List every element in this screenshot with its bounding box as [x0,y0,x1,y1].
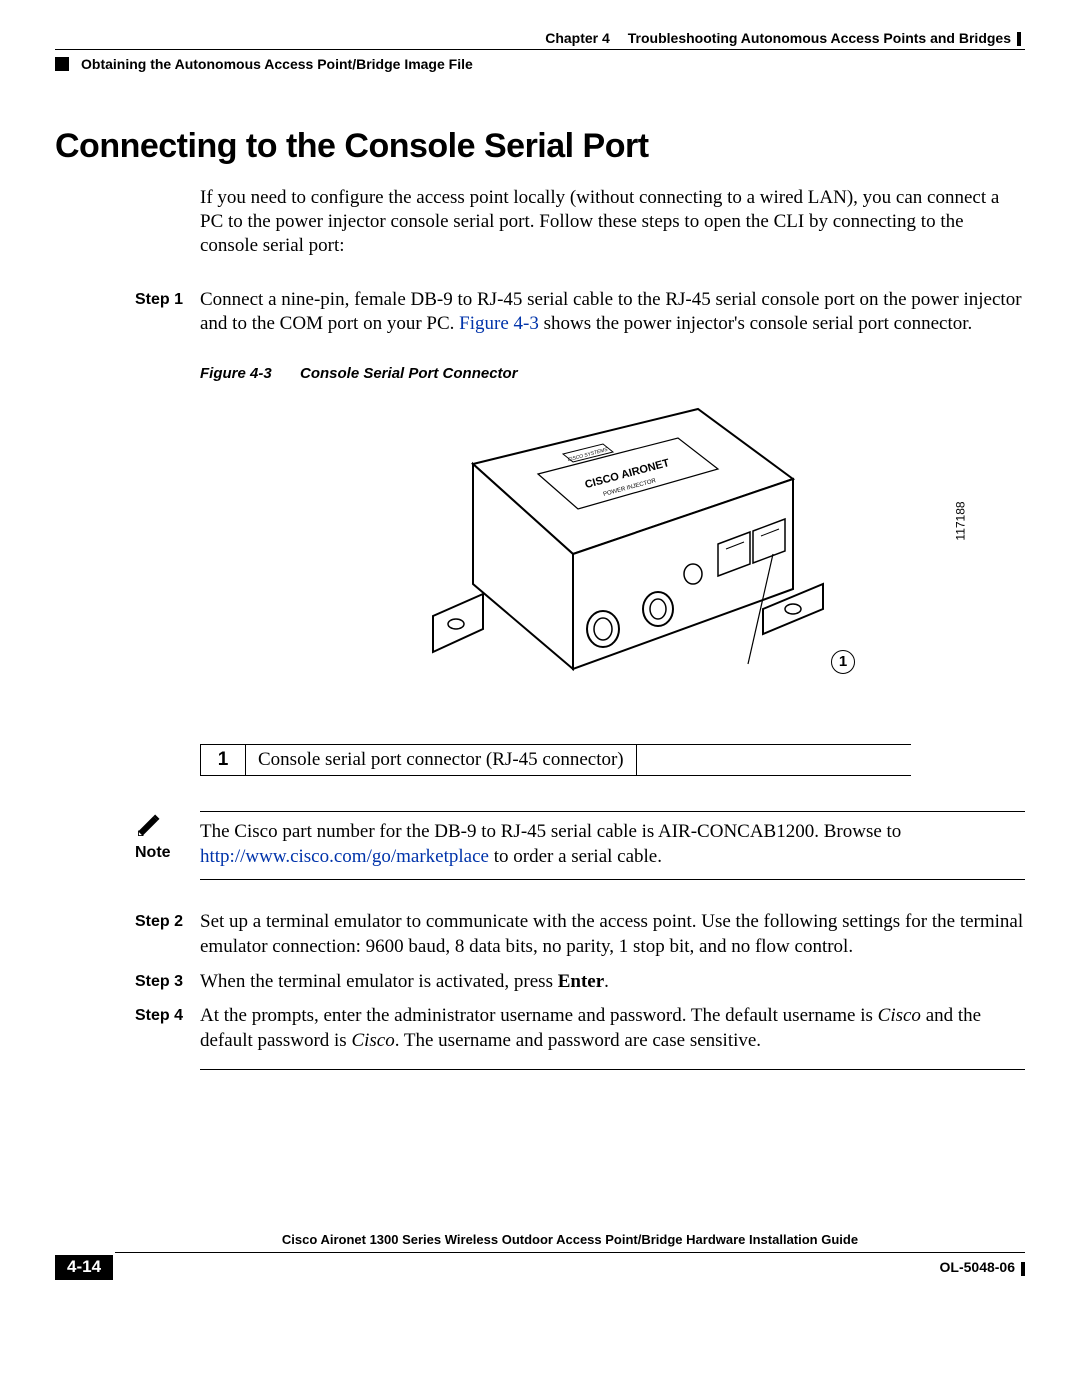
step-text: When the terminal emulator is activated,… [200,971,558,992]
legend-text: Console serial port connector (RJ-45 con… [246,744,637,775]
page-header: Chapter 4 Troubleshooting Autonomous Acce… [55,30,1025,50]
section-title: Obtaining the Autonomous Access Point/Br… [81,56,473,72]
step-text: . [604,971,609,992]
page-footer: Cisco Aironet 1300 Series Wireless Outdo… [55,1232,1025,1280]
step-body: At the prompts, enter the administrator … [200,1004,1025,1053]
chapter-number: Chapter 4 [545,30,610,46]
step-label: Step 3 [135,970,200,995]
step-body: Set up a terminal emulator to communicat… [200,910,1025,959]
step-4: Step 4 At the prompts, enter the adminis… [135,1004,1025,1053]
page-number: 4-14 [55,1255,113,1280]
step-label: Step 2 [135,910,200,959]
drawing-id: 117188 [953,501,967,540]
intro-paragraph: If you need to configure the access poin… [200,186,1025,257]
step-text: . The username and password are case sen… [395,1030,761,1051]
square-bullet-icon [55,57,69,71]
chapter-title: Troubleshooting Autonomous Access Points… [628,30,1011,46]
footer-tick-icon [1021,1262,1025,1276]
power-injector-drawing-icon: CISCO AIRONET POWER INJECTOR CISCO SYSTE… [378,394,848,714]
figure-legend-table: 1 Console serial port connector (RJ-45 c… [200,744,911,776]
doc-id: OL-5048-06 [940,1259,1015,1275]
header-tick-icon [1017,32,1021,46]
figure-number: Figure 4-3 [200,365,300,382]
step-body: When the terminal emulator is activated,… [200,970,1025,995]
default-password: Cisco [351,1030,394,1051]
figure-illustration: CISCO AIRONET POWER INJECTOR CISCO SYSTE… [200,394,1025,719]
step-1: Step 1 Connect a nine-pin, female DB-9 t… [135,288,1025,337]
legend-num: 1 [201,744,246,775]
callout-number: 1 [831,650,855,674]
step-label: Step 4 [135,1004,200,1053]
section-header: Obtaining the Autonomous Access Point/Br… [55,56,1025,72]
step-label: Step 1 [135,288,200,337]
page-title: Connecting to the Console Serial Port [55,127,1025,166]
note-block: Note The Cisco part number for the DB-9 … [135,811,1025,880]
footer-guide-title: Cisco Aironet 1300 Series Wireless Outdo… [115,1232,1025,1253]
step-3: Step 3 When the terminal emulator is act… [135,970,1025,995]
figure-ref-link[interactable]: Figure 4-3 [459,313,539,334]
section-divider [200,1069,1025,1070]
step-2: Step 2 Set up a terminal emulator to com… [135,910,1025,959]
step-text: shows the power injector's console seria… [539,313,972,334]
marketplace-link[interactable]: http://www.cisco.com/go/marketplace [200,846,489,867]
figure-caption: Figure 4-3Console Serial Port Connector [200,365,1025,382]
note-body: The Cisco part number for the DB-9 to RJ… [200,811,1025,880]
step-body: Connect a nine-pin, female DB-9 to RJ-45… [200,288,1025,337]
legend-pad [636,744,911,775]
note-label: Note [135,843,171,864]
note-text: to order a serial cable. [489,846,662,867]
figure-title: Console Serial Port Connector [300,365,518,382]
step-text: At the prompts, enter the administrator … [200,1005,878,1026]
enter-key: Enter [558,971,604,992]
pencil-icon [135,811,163,839]
note-text: The Cisco part number for the DB-9 to RJ… [200,821,901,842]
default-username: Cisco [878,1005,921,1026]
